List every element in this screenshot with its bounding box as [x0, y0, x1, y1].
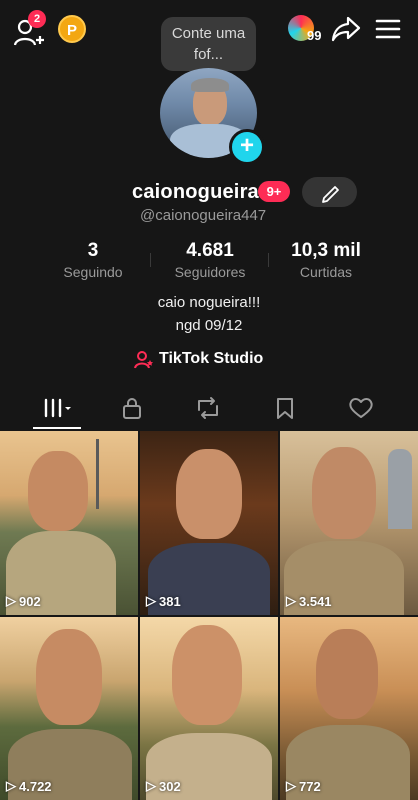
tab-saved[interactable]: [255, 388, 315, 428]
menu-button[interactable]: [375, 17, 401, 41]
play-icon: ▷: [146, 778, 156, 793]
face: [176, 449, 242, 539]
view-count-value: 3.541: [299, 593, 332, 609]
stat-label: Seguidores: [174, 264, 246, 280]
silo: [388, 449, 412, 529]
story-count: 99: [307, 28, 322, 43]
stat-divider: [150, 253, 151, 267]
face: [316, 629, 378, 719]
stat-label: Curtidas: [299, 264, 353, 280]
friend-request-badge: 2: [28, 10, 46, 28]
heart-icon: [349, 398, 373, 418]
view-count: ▷ 4.722: [6, 778, 52, 794]
play-icon: ▷: [146, 593, 156, 608]
videos-grid-icon: [44, 398, 71, 418]
active-tab-indicator: [33, 427, 81, 429]
video-grid: ▷ 902 ▷ 381 ▷ 3.541 ▷ 4.722 ▷ 302 ▷ 772: [0, 431, 418, 800]
play-icon: ▷: [6, 778, 16, 793]
bio-line: caio nogueira!!!: [157, 294, 261, 311]
share-icon: [331, 16, 361, 42]
tab-private[interactable]: [102, 388, 162, 428]
stat-label: Seguindo: [63, 264, 123, 280]
add-story-button[interactable]: +: [229, 129, 265, 165]
stat-divider: [268, 253, 269, 267]
view-count: ▷ 381: [146, 593, 181, 609]
stat-followers[interactable]: 4.681 Seguidores: [160, 240, 260, 280]
video-thumbnail[interactable]: ▷ 302: [140, 617, 278, 800]
video-thumbnail[interactable]: ▷ 902: [0, 431, 138, 615]
stat-value: 10,3 mil: [291, 240, 361, 261]
view-count-value: 902: [19, 593, 41, 609]
face: [36, 629, 102, 725]
video-thumbnail[interactable]: ▷ 381: [140, 431, 278, 615]
video-thumbnail[interactable]: ▷ 772: [280, 617, 418, 800]
play-icon: ▷: [6, 593, 16, 608]
studio-label: TikTok Studio: [159, 350, 264, 367]
profile-note[interactable]: Conte uma fof...: [161, 17, 256, 71]
view-count: ▷ 302: [146, 778, 181, 794]
stat-value: 3: [87, 240, 99, 261]
stories-button[interactable]: 99: [288, 15, 328, 43]
stat-likes[interactable]: 10,3 mil Curtidas: [280, 240, 372, 280]
view-count-value: 302: [159, 778, 181, 794]
play-icon: ▷: [286, 593, 296, 608]
face: [312, 447, 376, 539]
lock-icon: [123, 398, 141, 419]
face: [28, 451, 88, 531]
avatar-hair: [191, 78, 229, 92]
windmill: [96, 439, 99, 509]
stat-following[interactable]: 3 Seguindo: [50, 240, 136, 280]
bookmark-icon: [277, 398, 293, 419]
coin-button[interactable]: P: [58, 15, 86, 43]
share-button[interactable]: [331, 15, 361, 43]
play-icon: ▷: [286, 778, 296, 793]
view-count-value: 4.722: [19, 778, 52, 794]
hamburger-menu-icon: [375, 19, 401, 39]
top-bar: 2 P Conte uma fof... 99: [0, 0, 418, 71]
view-count: ▷ 3.541: [286, 593, 332, 609]
view-count: ▷ 902: [6, 593, 41, 609]
bio-line: ngd 09/12: [175, 317, 243, 334]
profile-tabs: [0, 388, 418, 430]
view-count-value: 772: [299, 778, 321, 794]
view-count: ▷ 772: [286, 778, 321, 794]
stat-value: 4.681: [186, 240, 234, 261]
tiktok-studio-link[interactable]: TikTok Studio: [134, 349, 274, 371]
edit-profile-button[interactable]: [302, 177, 357, 207]
view-count-value: 381: [159, 593, 181, 609]
tab-reposts[interactable]: [178, 388, 238, 428]
pencil-icon: [322, 186, 339, 203]
video-thumbnail[interactable]: ▷ 4.722: [0, 617, 138, 800]
face: [172, 625, 242, 725]
repost-icon: [198, 397, 218, 419]
tab-liked[interactable]: [331, 388, 391, 428]
video-thumbnail[interactable]: ▷ 3.541: [280, 431, 418, 615]
user-handle: @caionogueira447: [140, 207, 267, 224]
username: caionogueira: [132, 181, 259, 203]
tab-videos[interactable]: [28, 388, 88, 428]
studio-user-icon: [134, 351, 153, 369]
level-badge: 9+: [258, 181, 290, 202]
